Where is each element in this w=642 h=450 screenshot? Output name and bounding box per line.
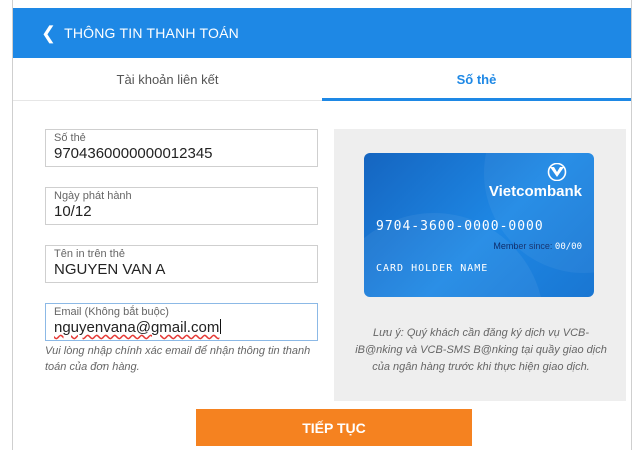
holder-name-field[interactable]: Tên in trên thẻ NGUYEN VAN A <box>45 245 318 283</box>
back-button[interactable]: ❮ THÔNG TIN THANH TOÁN <box>41 24 239 42</box>
email-label: Email (Không bắt buộc) <box>54 306 169 318</box>
issue-date-value: 10/12 <box>54 203 92 220</box>
tab-bar: Tài khoản liên kết Số thẻ <box>13 58 631 101</box>
email-value-line: nguyenvana@gmail.com <box>54 319 317 336</box>
registration-note: Lưu ý: Quý khách cần đăng ký dịch vụ VCB… <box>355 327 607 373</box>
email-hint: Vui lòng nhập chính xác email để nhận th… <box>45 345 311 373</box>
card-number-field[interactable]: Số thẻ 9704360000000012345 <box>45 129 318 167</box>
card-preview-panel: Vietcombank 9704-3600-0000-0000 Member s… <box>334 129 626 401</box>
email-value: nguyenvana@gmail.com <box>54 319 220 336</box>
tab-linked-account[interactable]: Tài khoản liên kết <box>13 58 322 100</box>
holder-name-label: Tên in trên thẻ <box>54 248 125 260</box>
card-image: Vietcombank 9704-3600-0000-0000 Member s… <box>364 153 594 297</box>
tab-card-number[interactable]: Số thẻ <box>322 58 631 101</box>
bank-logo: Vietcombank <box>489 163 582 200</box>
card-number-value: 9704360000000012345 <box>54 145 213 162</box>
email-field[interactable]: Email (Không bắt buộc) nguyenvana@gmail.… <box>45 303 318 341</box>
card-number-display: 9704-3600-0000-0000 <box>376 219 544 234</box>
member-since-label: Member since: <box>493 241 553 251</box>
card-number-label: Số thẻ <box>54 132 86 144</box>
header-bar: ❮ THÔNG TIN THANH TOÁN <box>13 8 631 58</box>
issue-date-label: Ngày phát hành <box>54 190 132 202</box>
member-since: Member since: 00/00 <box>493 241 582 252</box>
window-left-border <box>0 0 13 450</box>
page-title: THÔNG TIN THANH TOÁN <box>64 25 239 41</box>
card-holder-display: CARD HOLDER NAME <box>376 263 489 274</box>
window-right-border <box>631 0 642 450</box>
text-caret <box>220 319 222 334</box>
holder-name-value: NGUYEN VAN A <box>54 261 166 278</box>
bank-name: Vietcombank <box>488 183 582 200</box>
chevron-left-icon: ❮ <box>41 23 57 43</box>
vietcombank-logo-icon <box>547 163 567 181</box>
member-since-value: 00/00 <box>554 242 582 252</box>
issue-date-field[interactable]: Ngày phát hành 10/12 <box>45 187 318 225</box>
continue-button[interactable]: TIẾP TỤC <box>196 409 472 446</box>
